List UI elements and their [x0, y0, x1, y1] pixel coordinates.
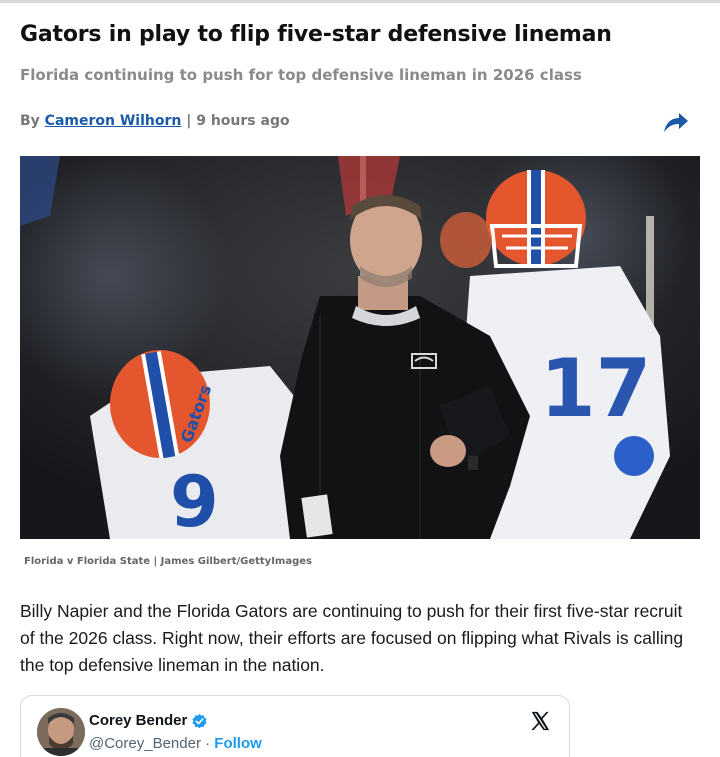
- follow-button[interactable]: Follow: [214, 735, 262, 752]
- article-subheadline: Florida continuing to push for top defen…: [20, 66, 582, 84]
- tweet-handle-separator: ·: [205, 735, 211, 752]
- timestamp: 9 hours ago: [196, 113, 290, 129]
- photo-caption: Florida v Florida State | James Gilbert/…: [24, 556, 312, 567]
- byline-separator: |: [186, 113, 192, 129]
- tweet-embed[interactable]: Corey Bender @Corey_Bender · Follow: [20, 695, 570, 757]
- article-hero-photo: 17 9 Gators: [20, 156, 700, 539]
- top-divider: [0, 0, 720, 3]
- author-link[interactable]: Cameron Wilhorn: [45, 113, 182, 129]
- article-headline: Gators in play to flip five-star defensi…: [20, 22, 612, 47]
- svg-text:9: 9: [170, 461, 219, 539]
- tweet-handle-row: @Corey_Bender · Follow: [89, 735, 262, 752]
- article-body-paragraph: Billy Napier and the Florida Gators are …: [20, 601, 684, 675]
- tweet-author-name[interactable]: Corey Bender: [89, 712, 187, 729]
- share-arrow-icon[interactable]: [662, 110, 690, 134]
- verified-badge-icon: [191, 713, 208, 730]
- svg-text:17: 17: [540, 342, 651, 435]
- avatar[interactable]: [37, 708, 85, 756]
- tweet-handle[interactable]: @Corey_Bender: [89, 735, 201, 752]
- byline: By Cameron Wilhorn | 9 hours ago: [20, 113, 290, 129]
- x-logo-icon[interactable]: [529, 710, 551, 732]
- byline-prefix: By: [20, 113, 40, 129]
